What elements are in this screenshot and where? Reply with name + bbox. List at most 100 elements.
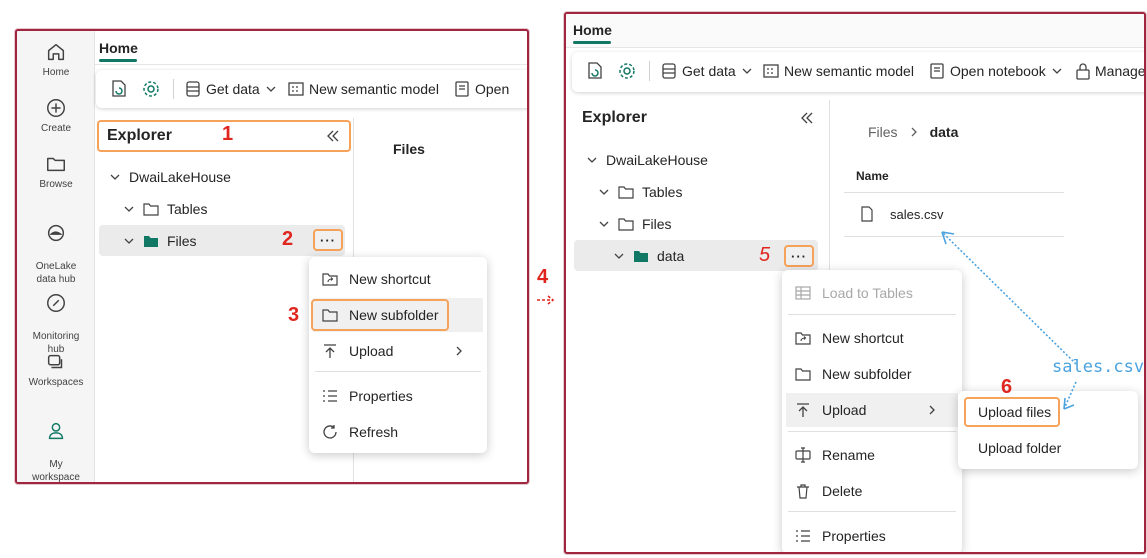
- more-options-button[interactable]: ···: [784, 245, 814, 267]
- database-icon: [186, 81, 200, 97]
- nav-monitoring[interactable]: Monitoring hub: [17, 279, 95, 356]
- folder-filled-icon: [634, 251, 648, 262]
- tree-files[interactable]: Files: [598, 209, 672, 239]
- get-data-label: Get data: [682, 63, 736, 79]
- tab-home[interactable]: Home: [99, 40, 138, 56]
- collapse-icon[interactable]: [325, 129, 341, 143]
- refresh-doc-button[interactable]: [109, 70, 133, 108]
- menu-new-shortcut[interactable]: New shortcut: [309, 262, 487, 296]
- more-options-button[interactable]: ···: [313, 229, 343, 251]
- breadcrumb-files[interactable]: Files: [868, 124, 898, 140]
- notebook-icon: [455, 81, 469, 97]
- tab-underline: [99, 59, 137, 62]
- ellipsis-icon: ···: [791, 248, 807, 264]
- get-data-button[interactable]: Get data: [184, 70, 282, 108]
- chevron-down-icon: [110, 174, 120, 180]
- chevron-down-icon: [266, 86, 276, 92]
- nav-create-label: Create: [40, 123, 71, 134]
- next-arrow-icon: [537, 295, 555, 305]
- chevron-down-icon: [599, 221, 609, 227]
- tree-files[interactable]: Files: [123, 226, 197, 256]
- tree-data[interactable]: data: [613, 241, 684, 271]
- properties-icon: [796, 530, 810, 542]
- toolbar-divider: [173, 79, 174, 99]
- menu-divider: [315, 371, 481, 372]
- shortcut-icon: [795, 332, 811, 345]
- plus-circle-icon: [47, 99, 65, 117]
- annotation-arrow-icon: [941, 231, 1077, 410]
- onelake-icon: [47, 224, 65, 242]
- menu-upload-label: Upload: [822, 402, 867, 418]
- toolbar-divider: [649, 61, 650, 81]
- open-button[interactable]: Open: [453, 70, 509, 108]
- tree-tables[interactable]: Tables: [123, 194, 207, 224]
- menu-delete-label: Delete: [822, 483, 863, 499]
- menu-refresh[interactable]: Refresh: [309, 415, 487, 449]
- nav-home[interactable]: Home: [17, 41, 95, 79]
- nav-my-workspace[interactable]: My workspace: [17, 407, 95, 482]
- nav-browse-label: Browse: [39, 179, 73, 190]
- nav-onelake[interactable]: OneLake data hub: [17, 209, 95, 286]
- menu-new-shortcut-label: New shortcut: [822, 330, 904, 346]
- explorer-title: Explorer: [107, 127, 172, 144]
- tab-home[interactable]: Home: [573, 22, 612, 38]
- tree-data-highlight: [574, 240, 818, 271]
- menu-delete[interactable]: Delete: [782, 474, 962, 508]
- new-semantic-model-button[interactable]: New semantic model: [287, 70, 439, 108]
- get-data-button[interactable]: Get data: [660, 52, 758, 90]
- tree-root-label: DwaiLakeHouse: [129, 169, 231, 185]
- chevron-down-icon: [1052, 68, 1062, 74]
- menu-properties[interactable]: Properties: [782, 519, 962, 552]
- open-notebook-button[interactable]: Open notebook: [928, 52, 1068, 90]
- new-semantic-model-label: New semantic model: [309, 81, 439, 97]
- tree-tables[interactable]: Tables: [598, 177, 682, 207]
- settings-button[interactable]: [617, 52, 641, 90]
- refresh-doc-button[interactable]: [585, 52, 609, 90]
- manage-button[interactable]: Manage: [1075, 52, 1144, 90]
- column-header-name[interactable]: Name: [856, 169, 889, 183]
- content-header-files: Files: [393, 141, 425, 157]
- menu-upload-label: Upload: [349, 343, 394, 359]
- new-subfolder-highlight: [311, 299, 449, 331]
- tree-root[interactable]: DwaiLakeHouse: [109, 162, 231, 192]
- chevron-down-icon: [742, 68, 752, 74]
- step-1: 1: [222, 123, 234, 145]
- ribbon-toolbar: Get data New semantic model Open: [96, 70, 527, 108]
- nav-workspaces-label: Workspaces: [28, 377, 84, 388]
- menu-upload[interactable]: Upload: [309, 334, 487, 368]
- document-refresh-icon: [112, 80, 126, 97]
- semantic-model-icon: [763, 64, 779, 78]
- nav-create[interactable]: Create: [17, 97, 95, 135]
- tree-data-label: data: [657, 248, 685, 264]
- settings-button[interactable]: [141, 70, 165, 108]
- nav-browse[interactable]: Browse: [17, 153, 95, 191]
- upload-icon: [324, 344, 336, 358]
- semantic-model-icon: [288, 82, 304, 96]
- tree-root[interactable]: DwaiLakeHouse: [586, 145, 708, 175]
- tree-files-label: Files: [167, 233, 197, 249]
- tab-bar: Home: [95, 31, 527, 65]
- header-divider: [844, 192, 1064, 193]
- nav-home-label: Home: [42, 67, 70, 78]
- home-icon: [47, 43, 65, 61]
- menu-upload-folder-label: Upload folder: [978, 440, 1062, 456]
- collapse-icon[interactable]: [799, 111, 815, 125]
- menu-upload-folder[interactable]: Upload folder: [958, 431, 1138, 465]
- upload-icon: [797, 403, 809, 417]
- tab-underline: [573, 41, 611, 44]
- menu-properties[interactable]: Properties: [309, 379, 487, 413]
- breadcrumb-data: data: [929, 124, 959, 140]
- menu-properties-label: Properties: [349, 388, 413, 404]
- new-semantic-model-button[interactable]: New semantic model: [762, 52, 914, 90]
- folder-filled-icon: [144, 236, 158, 247]
- gear-icon: [619, 63, 635, 79]
- new-semantic-model-label: New semantic model: [784, 63, 914, 79]
- rename-icon: [795, 447, 811, 463]
- nav-workspaces[interactable]: Workspaces: [17, 351, 95, 389]
- folder-icon: [618, 218, 634, 231]
- shortcut-icon: [322, 273, 338, 286]
- trash-icon: [797, 484, 809, 499]
- menu-rename[interactable]: Rename: [782, 438, 962, 472]
- file-icon: [861, 206, 873, 222]
- folder-icon: [47, 157, 65, 172]
